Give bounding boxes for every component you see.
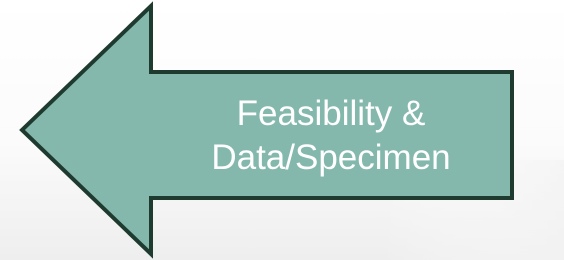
- diagram-canvas: Feasibility & Data/Specimen: [0, 0, 564, 260]
- arrow-label-line-1: Feasibility &: [236, 94, 426, 133]
- arrow-label-line-2: Data/Specimen: [211, 138, 451, 177]
- arrow-label: Feasibility & Data/Specimen: [150, 78, 512, 194]
